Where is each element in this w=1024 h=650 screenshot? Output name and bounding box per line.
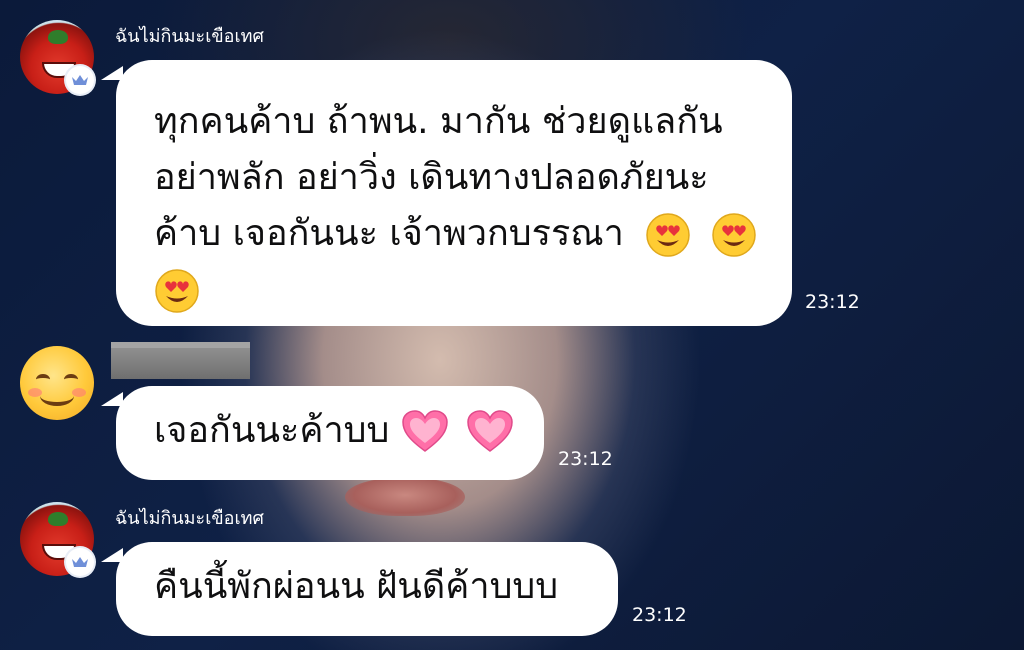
message-text-line: อย่าพลัก อย่าวิ่ง เดินทางปลอดภัยนะ [154, 157, 709, 198]
background-photo-detail [345, 478, 465, 516]
message-timestamp: 23:12 [805, 291, 860, 313]
sparkling-heart-emoji [467, 410, 514, 452]
sender-avatar[interactable] [20, 346, 94, 420]
message-bubble[interactable]: ทุกคนค้าบ ถ้าพน. มากัน ช่วยดูแลกัน อย่าพ… [116, 60, 792, 326]
message-timestamp: 23:12 [558, 448, 613, 470]
heart-eyes-emoji [712, 213, 756, 257]
message-text-line: คืนนี้พักผ่อนน ฝันดีค้าบบบ [154, 566, 559, 607]
sparkling-heart-emoji [402, 410, 448, 452]
message-timestamp: 23:12 [632, 604, 687, 626]
redacted-sender-name [111, 342, 250, 379]
sender-name: ฉันไม่กินมะเขือเทศ [115, 508, 264, 529]
heart-eyes-emoji [155, 269, 199, 313]
message-bubble[interactable]: เจอกันนะค้าบบ [116, 386, 544, 480]
crown-icon [66, 66, 94, 94]
crown-icon [66, 548, 94, 576]
message-bubble[interactable]: คืนนี้พักผ่อนน ฝันดีค้าบบบ [116, 542, 618, 636]
message-text-line: ทุกคนค้าบ ถ้าพน. มากัน ช่วยดูแลกัน [154, 101, 723, 142]
heart-eyes-emoji [646, 213, 691, 257]
message-text-line: เจอกันนะค้าบบ [154, 410, 390, 451]
message-text-line: ค้าบ เจอกันนะ เจ้าพวกบรรณา [154, 213, 624, 254]
sender-name: ฉันไม่กินมะเขือเทศ [115, 26, 264, 47]
